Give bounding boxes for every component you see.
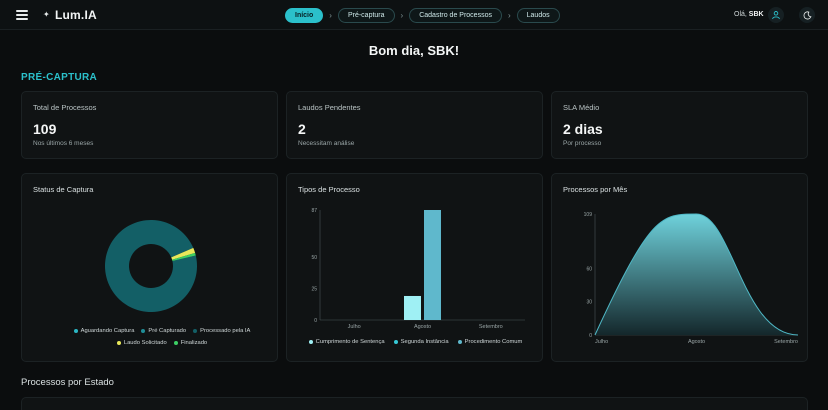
x-tick-label: Setembro xyxy=(774,339,798,345)
y-tick-label: 0 xyxy=(314,318,317,324)
top-bar: ✦ Lum.IA Início › Pré-captura › Cadastro… xyxy=(0,0,828,30)
legend-label: Procedimento Comum xyxy=(464,339,523,345)
y-tick-label: 25 xyxy=(311,286,317,292)
section-title: PRÉ-CAPTURA xyxy=(21,72,98,83)
moon-icon xyxy=(803,10,812,19)
legend-label: Processado pela IA xyxy=(200,328,251,334)
legend-swatch xyxy=(457,340,462,344)
stat-subtitle: Necessitam análise xyxy=(298,140,355,147)
greeting-prefix: Olá, xyxy=(734,11,747,18)
legend-label: Aguardando Captura xyxy=(80,328,135,334)
legend-swatch xyxy=(173,341,178,345)
legend-swatch xyxy=(308,340,313,344)
y-tick-label: 87 xyxy=(311,208,317,214)
stat-subtitle: Por processo xyxy=(563,140,602,147)
app-logo[interactable]: Lum.IA xyxy=(55,8,97,22)
stat-value: 109 xyxy=(33,121,57,137)
stat-card-sla: SLA Médio 2 dias Por processo xyxy=(551,91,808,159)
legend-label: Segunda Instância xyxy=(400,339,449,345)
chevron-right-icon: › xyxy=(329,10,332,20)
x-tick-label: Agosto xyxy=(414,324,431,330)
user-name: SBK xyxy=(748,11,764,18)
breadcrumb-pre-captura[interactable]: Pré-captura xyxy=(337,7,395,23)
area-chart: 0 30 60 109 Julho Agosto Setembro xyxy=(584,212,799,345)
breadcrumb-inicio[interactable]: Início xyxy=(285,7,324,23)
legend-item[interactable]: Procedimento Comum xyxy=(457,339,523,345)
logo-star-icon: ✦ xyxy=(43,10,50,19)
y-tick-label: 0 xyxy=(589,333,592,339)
bar xyxy=(404,295,421,320)
legend-label: Finalizado xyxy=(180,340,208,346)
chevron-right-icon: › xyxy=(400,10,404,20)
x-tick-label: Julho xyxy=(348,324,361,330)
stat-value: 2 dias xyxy=(563,121,603,137)
legend-label: Laudo Solicitado xyxy=(123,340,167,346)
legend-item[interactable]: Laudo Solicitado xyxy=(116,340,167,346)
estado-card xyxy=(21,397,808,410)
legend-label: Cumprimento de Sentença xyxy=(315,339,385,345)
theme-toggle-button[interactable] xyxy=(799,7,815,23)
legend-swatch xyxy=(141,329,146,333)
donut-slice xyxy=(105,220,198,313)
page-title: Bom dia, SBK! xyxy=(368,43,460,58)
chart-legend: Cumprimento de Sentença Segunda Instância… xyxy=(287,339,544,345)
y-tick-label: 109 xyxy=(584,212,593,218)
legend-item[interactable]: Cumprimento de Sentença xyxy=(308,339,385,345)
user-avatar-button[interactable] xyxy=(768,7,784,23)
bar-chart: 0 25 50 87 Julho Agosto Setembro xyxy=(311,208,525,330)
legend-swatch xyxy=(393,340,398,344)
y-tick-label: 30 xyxy=(586,300,592,306)
legend-swatch xyxy=(116,341,121,345)
legend-item[interactable]: Processado pela IA xyxy=(193,328,250,334)
chart-card-tipos: Tipos de Processo 0 25 50 87 Julho Agosto Sete… xyxy=(286,173,543,362)
y-tick-label: 50 xyxy=(311,255,317,261)
chart-legend: Aguardando Captura Pré Capturado Processad… xyxy=(62,328,262,346)
legend-item[interactable]: Finalizado xyxy=(173,340,208,346)
x-tick-label: Julho xyxy=(595,339,608,345)
stat-subtitle: Nos últimos 6 meses xyxy=(33,140,94,147)
legend-swatch xyxy=(193,329,198,333)
stat-label: Total de Processos xyxy=(33,103,97,112)
chart-card-mes: Processos por Mês 0 30 60 109 Julho Agosto Set… xyxy=(551,173,808,362)
breadcrumb-cadastro[interactable]: Cadastro de Processos xyxy=(409,7,502,23)
breadcrumb-laudos[interactable]: Laudos xyxy=(516,7,560,23)
chart-card-status: Status de Captura Aguardando Captura Pré … xyxy=(21,173,278,362)
chevron-right-icon: › xyxy=(507,10,511,20)
stat-label: Laudos Pendentes xyxy=(298,103,361,112)
x-tick-label: Agosto xyxy=(688,339,705,345)
bar xyxy=(424,210,441,320)
stat-value: 2 xyxy=(298,121,306,137)
stat-card-laudos: Laudos Pendentes 2 Necessitam análise xyxy=(286,91,543,159)
area-fill xyxy=(595,214,798,335)
user-icon xyxy=(772,11,780,20)
section-title-estado: Processos por Estado xyxy=(21,377,114,388)
breadcrumb: Início › Pré-captura › Cadastro de Proce… xyxy=(285,7,560,23)
y-tick-label: 60 xyxy=(586,266,592,272)
legend-item[interactable]: Segunda Instância xyxy=(393,339,449,345)
x-tick-label: Setembro xyxy=(479,324,503,330)
user-greeting: Olá, SBK xyxy=(734,11,764,18)
legend-item[interactable]: Pré Capturado xyxy=(141,328,186,334)
stat-label: SLA Médio xyxy=(563,103,600,112)
legend-swatch xyxy=(73,329,78,333)
legend-item[interactable]: Aguardando Captura xyxy=(73,328,135,334)
stat-card-total: Total de Processos 109 Nos últimos 6 mes… xyxy=(21,91,278,159)
legend-label: Pré Capturado xyxy=(148,328,187,334)
menu-icon[interactable] xyxy=(16,10,28,20)
